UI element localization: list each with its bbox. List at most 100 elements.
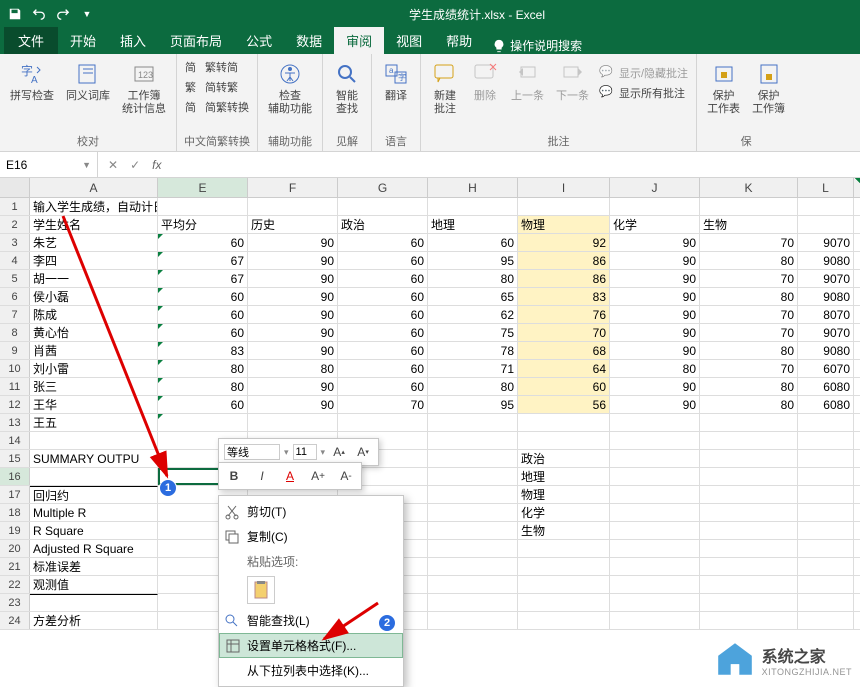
cell-A11[interactable]: 张三 bbox=[30, 378, 158, 395]
cell-I5[interactable]: 86 bbox=[518, 270, 610, 287]
cell-L18[interactable] bbox=[798, 504, 854, 521]
col-header-F[interactable]: F bbox=[248, 178, 338, 197]
cell-K24[interactable] bbox=[700, 612, 798, 629]
cell-I21[interactable] bbox=[518, 558, 610, 575]
row-header[interactable]: 24 bbox=[0, 612, 30, 629]
row-header[interactable]: 9 bbox=[0, 342, 30, 359]
cell-K4[interactable]: 80 bbox=[700, 252, 798, 269]
cell-I16[interactable]: 地理 bbox=[518, 468, 610, 485]
mini-increase-icon[interactable]: A+ bbox=[308, 466, 328, 486]
cell-F9[interactable]: 90 bbox=[248, 342, 338, 359]
cell-I7[interactable]: 76 bbox=[518, 306, 610, 323]
mini-bold-icon[interactable]: B bbox=[224, 466, 244, 486]
qat-dropdown-icon[interactable]: ▼ bbox=[76, 3, 98, 25]
cell-L5[interactable]: 9070 bbox=[798, 270, 854, 287]
cell-H19[interactable] bbox=[428, 522, 518, 539]
cell-J10[interactable]: 80 bbox=[610, 360, 700, 377]
cell-I24[interactable] bbox=[518, 612, 610, 629]
cell-K2[interactable]: 生物 bbox=[700, 216, 798, 233]
cell-K11[interactable]: 80 bbox=[700, 378, 798, 395]
cell-J2[interactable]: 化学 bbox=[610, 216, 700, 233]
row-header[interactable]: 22 bbox=[0, 576, 30, 593]
cell-L8[interactable]: 9070 bbox=[798, 324, 854, 341]
cell-J24[interactable] bbox=[610, 612, 700, 629]
mini-italic-icon[interactable]: I bbox=[252, 466, 272, 486]
cell-A12[interactable]: 王华 bbox=[30, 396, 158, 413]
redo-icon[interactable] bbox=[52, 3, 74, 25]
cell-I8[interactable]: 70 bbox=[518, 324, 610, 341]
cell-L15[interactable] bbox=[798, 450, 854, 467]
cell-H2[interactable]: 地理 bbox=[428, 216, 518, 233]
cell-G13[interactable] bbox=[338, 414, 428, 431]
cell-A17[interactable]: 回归约 bbox=[30, 486, 158, 503]
cell-E11[interactable]: 80 bbox=[158, 378, 248, 395]
tab-home[interactable]: 开始 bbox=[58, 27, 108, 54]
cell-I19[interactable]: 生物 bbox=[518, 522, 610, 539]
row-header[interactable]: 4 bbox=[0, 252, 30, 269]
cell-K7[interactable]: 70 bbox=[700, 306, 798, 323]
cell-I9[interactable]: 68 bbox=[518, 342, 610, 359]
cell-G5[interactable]: 60 bbox=[338, 270, 428, 287]
row-header[interactable]: 23 bbox=[0, 594, 30, 611]
cell-A8[interactable]: 黄心怡 bbox=[30, 324, 158, 341]
cell-L3[interactable]: 9070 bbox=[798, 234, 854, 251]
cell-G8[interactable]: 60 bbox=[338, 324, 428, 341]
cell-I2[interactable]: 物理 bbox=[518, 216, 610, 233]
tab-review[interactable]: 审阅 bbox=[334, 27, 384, 54]
cell-L17[interactable] bbox=[798, 486, 854, 503]
cell-H13[interactable] bbox=[428, 414, 518, 431]
cell-J23[interactable] bbox=[610, 594, 700, 611]
row-header[interactable]: 5 bbox=[0, 270, 30, 287]
row-header[interactable]: 2 bbox=[0, 216, 30, 233]
smart-lookup-button[interactable]: 智能 查找 bbox=[329, 58, 365, 118]
cell-L11[interactable]: 6080 bbox=[798, 378, 854, 395]
cell-K10[interactable]: 70 bbox=[700, 360, 798, 377]
cell-K14[interactable] bbox=[700, 432, 798, 449]
cell-H6[interactable]: 65 bbox=[428, 288, 518, 305]
cell-J15[interactable] bbox=[610, 450, 700, 467]
row-header[interactable]: 13 bbox=[0, 414, 30, 431]
select-all-corner[interactable] bbox=[0, 178, 30, 197]
mini-size-select[interactable] bbox=[293, 444, 317, 460]
cell-L23[interactable] bbox=[798, 594, 854, 611]
row-header[interactable]: 10 bbox=[0, 360, 30, 377]
cell-I6[interactable]: 83 bbox=[518, 288, 610, 305]
cell-I20[interactable] bbox=[518, 540, 610, 557]
cell-A20[interactable]: Adjusted R Square bbox=[30, 540, 158, 557]
cell-A16[interactable] bbox=[30, 468, 158, 485]
cell-K6[interactable]: 80 bbox=[700, 288, 798, 305]
delete-comment-button[interactable]: 删除 bbox=[467, 58, 503, 105]
mini-font-color-icon[interactable]: A bbox=[280, 466, 300, 486]
cell-H7[interactable]: 62 bbox=[428, 306, 518, 323]
ctx-smart-lookup[interactable]: 智能查找(L) bbox=[219, 608, 403, 633]
cell-G11[interactable]: 60 bbox=[338, 378, 428, 395]
row-header[interactable]: 1 bbox=[0, 198, 30, 215]
cell-L9[interactable]: 9080 bbox=[798, 342, 854, 359]
cell-H9[interactable]: 78 bbox=[428, 342, 518, 359]
cell-I15[interactable]: 政治 bbox=[518, 450, 610, 467]
cell-G1[interactable] bbox=[338, 198, 428, 215]
row-header[interactable]: 19 bbox=[0, 522, 30, 539]
cell-E13[interactable] bbox=[158, 414, 248, 431]
cell-I13[interactable] bbox=[518, 414, 610, 431]
cell-H18[interactable] bbox=[428, 504, 518, 521]
tab-formulas[interactable]: 公式 bbox=[234, 27, 284, 54]
cell-F8[interactable]: 90 bbox=[248, 324, 338, 341]
cell-J21[interactable] bbox=[610, 558, 700, 575]
prev-comment-button[interactable]: 上一条 bbox=[507, 58, 548, 105]
cell-F2[interactable]: 历史 bbox=[248, 216, 338, 233]
cell-L19[interactable] bbox=[798, 522, 854, 539]
cell-E2[interactable]: 平均分 bbox=[158, 216, 248, 233]
cell-H23[interactable] bbox=[428, 594, 518, 611]
cell-I18[interactable]: 化学 bbox=[518, 504, 610, 521]
row-header[interactable]: 8 bbox=[0, 324, 30, 341]
cell-J3[interactable]: 90 bbox=[610, 234, 700, 251]
cell-H5[interactable]: 80 bbox=[428, 270, 518, 287]
cancel-icon[interactable]: ✕ bbox=[108, 158, 118, 172]
cell-L1[interactable] bbox=[798, 198, 854, 215]
row-header[interactable]: 21 bbox=[0, 558, 30, 575]
paste-option-default[interactable] bbox=[247, 576, 275, 604]
cell-J8[interactable]: 90 bbox=[610, 324, 700, 341]
cell-A23[interactable] bbox=[30, 594, 158, 611]
cell-H17[interactable] bbox=[428, 486, 518, 503]
